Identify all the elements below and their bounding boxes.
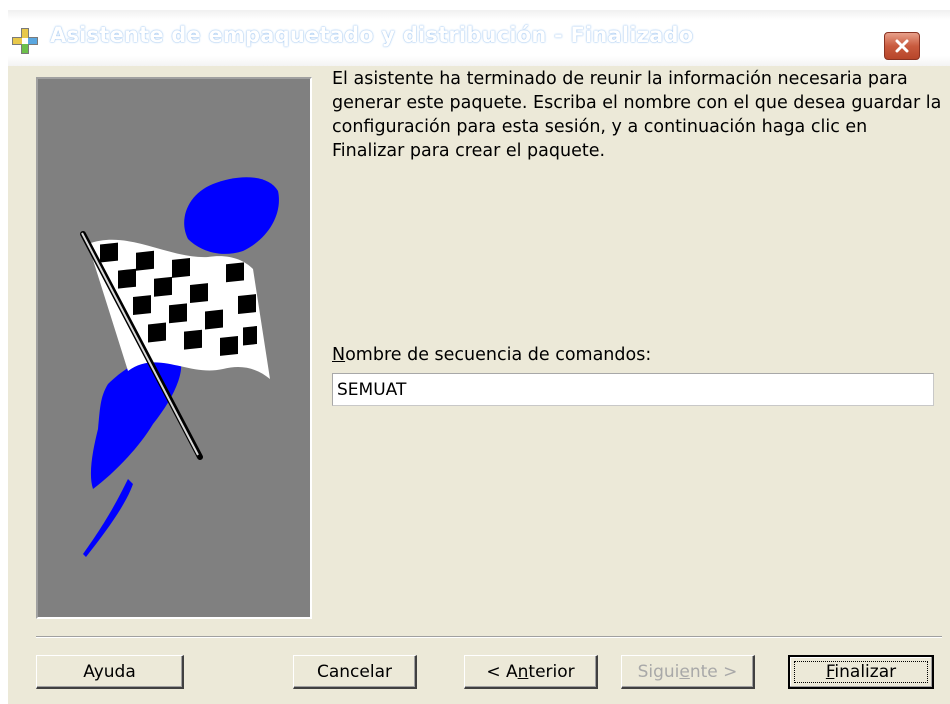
next-button[interactable]: Siguiente > <box>621 655 755 689</box>
title-bar[interactable]: Asistente de empaquetado y distribución … <box>8 10 950 66</box>
checkered-flag-icon <box>80 177 279 557</box>
finish-button[interactable]: Finalizar <box>788 655 934 689</box>
script-name-input[interactable] <box>332 373 934 406</box>
close-button[interactable] <box>884 32 920 60</box>
close-icon <box>895 39 909 53</box>
window-title: Asistente de empaquetado y distribución … <box>50 23 694 47</box>
back-button[interactable]: < Anterior <box>464 655 598 689</box>
help-button[interactable]: Ayuda <box>36 655 184 689</box>
intro-text: El asistente ha terminado de reunir la i… <box>332 69 942 161</box>
package-wizard-icon <box>10 26 40 56</box>
script-name-label: Nombre de secuencia de comandos: <box>332 345 652 365</box>
wizard-illustration <box>36 77 312 619</box>
cancel-button[interactable]: Cancelar <box>293 655 417 689</box>
wizard-window: Asistente de empaquetado y distribución … <box>8 10 950 704</box>
separator <box>36 636 942 638</box>
